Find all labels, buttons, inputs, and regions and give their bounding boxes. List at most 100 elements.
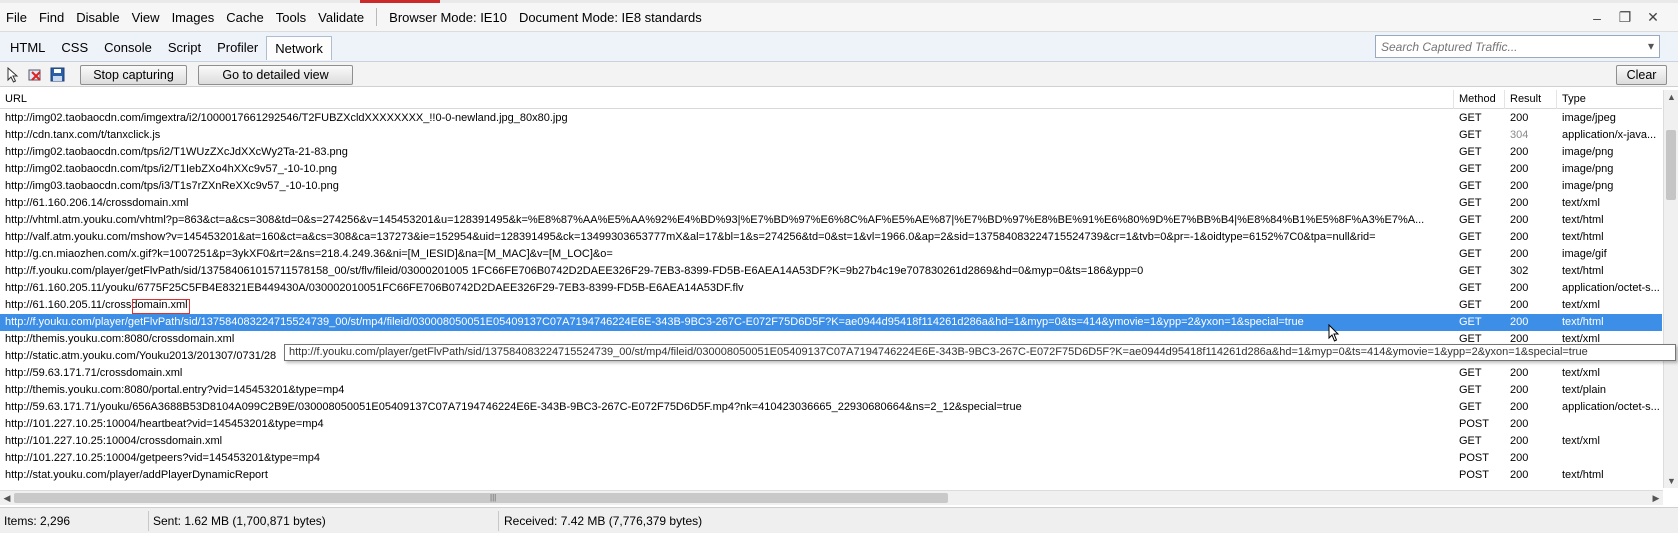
type-cell: image/jpeg [1562, 112, 1616, 124]
select-element-icon[interactable] [5, 66, 21, 83]
column-method[interactable]: Method [1454, 90, 1505, 109]
result-cell: 200 [1510, 112, 1529, 124]
type-cell: text/html [1562, 231, 1604, 243]
method-cell: POST [1459, 418, 1489, 430]
tab-network[interactable]: Network [266, 36, 332, 60]
network-toolbar: Stop capturing Go to detailed view Clear [0, 62, 1678, 87]
type-cell: text/html [1562, 469, 1604, 481]
scroll-up-icon[interactable]: ▲ [1664, 90, 1678, 104]
table-row[interactable]: http://61.160.205.11/crossdomain.xml GET 2… [0, 297, 1662, 314]
clear-button[interactable]: Clear [1616, 65, 1667, 85]
menu-cache[interactable]: Cache [220, 3, 270, 32]
result-cell: 200 [1510, 367, 1529, 379]
stop-capturing-button[interactable]: Stop capturing [80, 65, 187, 85]
horizontal-scroll-thumb[interactable]: ||| [14, 493, 948, 503]
minimize-icon[interactable]: – [1590, 10, 1604, 26]
table-row[interactable]: http://img02.taobaocdn.com/imgextra/i2/1… [0, 110, 1662, 127]
table-row[interactable]: http://img02.taobaocdn.com/tps/i2/T1WUzZ… [0, 144, 1662, 161]
table-row[interactable]: http://59.63.171.71/crossdomain.xml GET 20… [0, 365, 1662, 382]
document-mode-menu[interactable]: Document Mode: IE8 standards [513, 3, 708, 32]
tab-html[interactable]: HTML [2, 36, 53, 60]
result-cell: 200 [1510, 146, 1529, 158]
table-row[interactable]: http://101.227.10.25:10004/getpeers?vid=… [0, 450, 1662, 467]
url-cell: http://61.160.206.14/crossdomain.xml [5, 197, 189, 209]
type-cell [1557, 416, 1662, 433]
table-row[interactable]: http://f.youku.com/player/getFlvPath/sid… [0, 263, 1662, 280]
method-cell: GET [1459, 214, 1482, 226]
scroll-down-icon[interactable]: ▼ [1664, 474, 1678, 488]
column-type[interactable]: Type [1557, 90, 1662, 109]
horizontal-scrollbar[interactable]: ◀ ||| ▶ [0, 490, 1663, 505]
url-cell: http://vhtml.atm.youku.com/vhtml?p=863&c… [5, 214, 1425, 226]
tab-bar: HTML CSS Console Script Profiler Network… [0, 32, 1678, 62]
table-row[interactable]: http://f.youku.com/player/getFlvPath/sid… [0, 314, 1662, 331]
close-icon[interactable]: ✕ [1646, 9, 1660, 26]
table-row[interactable]: http://themis.youku.com:8080/portal.entr… [0, 382, 1662, 399]
url-cell: http://img03.taobaocdn.com/tps/i3/T1s7rZ… [5, 180, 339, 192]
result-cell: 304 [1510, 129, 1529, 141]
result-cell: 200 [1510, 248, 1529, 260]
table-row[interactable]: http://g.cn.miaozhen.com/x.gif?k=1007251… [0, 246, 1662, 263]
result-cell: 200 [1510, 418, 1529, 430]
type-cell: image/png [1562, 146, 1614, 158]
menu-disable[interactable]: Disable [70, 3, 125, 32]
save-icon[interactable] [49, 67, 65, 83]
menu-images[interactable]: Images [166, 3, 221, 32]
search-dropdown-icon[interactable]: ▾ [1644, 37, 1658, 55]
menu-bar: File Find Disable View Images Cache Tool… [0, 3, 1678, 32]
menu-file[interactable]: File [0, 3, 33, 32]
url-cell: http://img02.taobaocdn.com/tps/i2/T1IebZ… [5, 163, 338, 175]
clear-entries-icon[interactable] [27, 67, 43, 83]
column-result[interactable]: Result [1505, 90, 1557, 109]
tab-css[interactable]: CSS [53, 36, 96, 60]
table-row[interactable]: http://img03.taobaocdn.com/tps/i3/T1s7rZ… [0, 178, 1662, 195]
scroll-left-icon[interactable]: ◀ [0, 491, 14, 505]
url-tooltip: http://f.youku.com/player/getFlvPath/sid… [284, 344, 1676, 361]
type-cell: text/html [1562, 214, 1604, 226]
browser-mode-menu[interactable]: Browser Mode: IE10 [383, 3, 513, 32]
type-cell: text/html [1562, 316, 1604, 328]
table-row[interactable]: http://vhtml.atm.youku.com/vhtml?p=863&c… [0, 212, 1662, 229]
status-received: Received: 7.42 MB (7,776,379 bytes) [504, 514, 703, 528]
detailed-view-button[interactable]: Go to detailed view [198, 65, 353, 85]
result-cell: 200 [1510, 231, 1529, 243]
tab-profiler[interactable]: Profiler [209, 36, 266, 60]
menu-tools[interactable]: Tools [270, 3, 312, 32]
type-cell: image/gif [1562, 248, 1607, 260]
method-cell: GET [1459, 197, 1482, 209]
result-cell: 200 [1510, 452, 1529, 464]
restore-icon[interactable]: ❐ [1618, 9, 1632, 26]
search-captured-traffic-input[interactable] [1375, 35, 1660, 58]
table-row[interactable]: http://valf.atm.youku.com/mshow?v=145453… [0, 229, 1662, 246]
table-row[interactable]: http://101.227.10.25:10004/crossdomain.x… [0, 433, 1662, 450]
method-cell: POST [1459, 452, 1489, 464]
result-cell: 200 [1510, 214, 1529, 226]
table-row[interactable]: http://59.63.171.71/youku/656A3688B53D81… [0, 399, 1662, 416]
url-cell: http://themis.youku.com:8080/portal.entr… [5, 384, 345, 396]
table-row[interactable]: http://img02.taobaocdn.com/tps/i2/T1IebZ… [0, 161, 1662, 178]
menu-find[interactable]: Find [33, 3, 70, 32]
method-cell: GET [1459, 129, 1482, 141]
table-row[interactable]: http://101.227.10.25:10004/heartbeat?vid… [0, 416, 1662, 433]
tab-script[interactable]: Script [160, 36, 209, 60]
result-cell: 200 [1510, 282, 1529, 294]
vertical-scroll-thumb[interactable] [1666, 130, 1676, 200]
window-controls: – ❐ ✕ [1590, 3, 1660, 32]
vertical-scrollbar[interactable]: ▲ ▼ [1663, 90, 1678, 488]
url-cell: http://59.63.171.71/crossdomain.xml [5, 367, 183, 379]
column-url[interactable]: URL [0, 90, 1454, 109]
tab-console[interactable]: Console [96, 36, 160, 60]
table-row[interactable]: http://61.160.206.14/crossdomain.xml GET 2… [0, 195, 1662, 212]
table-row[interactable]: http://cdn.tanx.com/t/tanxclick.js GET 304… [0, 127, 1662, 144]
menu-validate[interactable]: Validate [312, 3, 370, 32]
url-cell: http://stat.youku.com/player/addPlayerDy… [5, 469, 268, 481]
menu-view[interactable]: View [126, 3, 166, 32]
table-row[interactable]: http://stat.youku.com/player/addPlayerDy… [0, 467, 1662, 484]
table-row[interactable]: http://61.160.205.11/youku/6775F25C5FB4E… [0, 280, 1662, 297]
url-cell: http://101.227.10.25:10004/crossdomain.x… [5, 435, 223, 447]
scroll-right-icon[interactable]: ▶ [1649, 491, 1663, 505]
method-cell: GET [1459, 401, 1482, 413]
method-cell: GET [1459, 367, 1482, 379]
table-body: http://img02.taobaocdn.com/imgextra/i2/1… [0, 110, 1662, 484]
tab-list: HTML CSS Console Script Profiler Network [2, 36, 332, 60]
